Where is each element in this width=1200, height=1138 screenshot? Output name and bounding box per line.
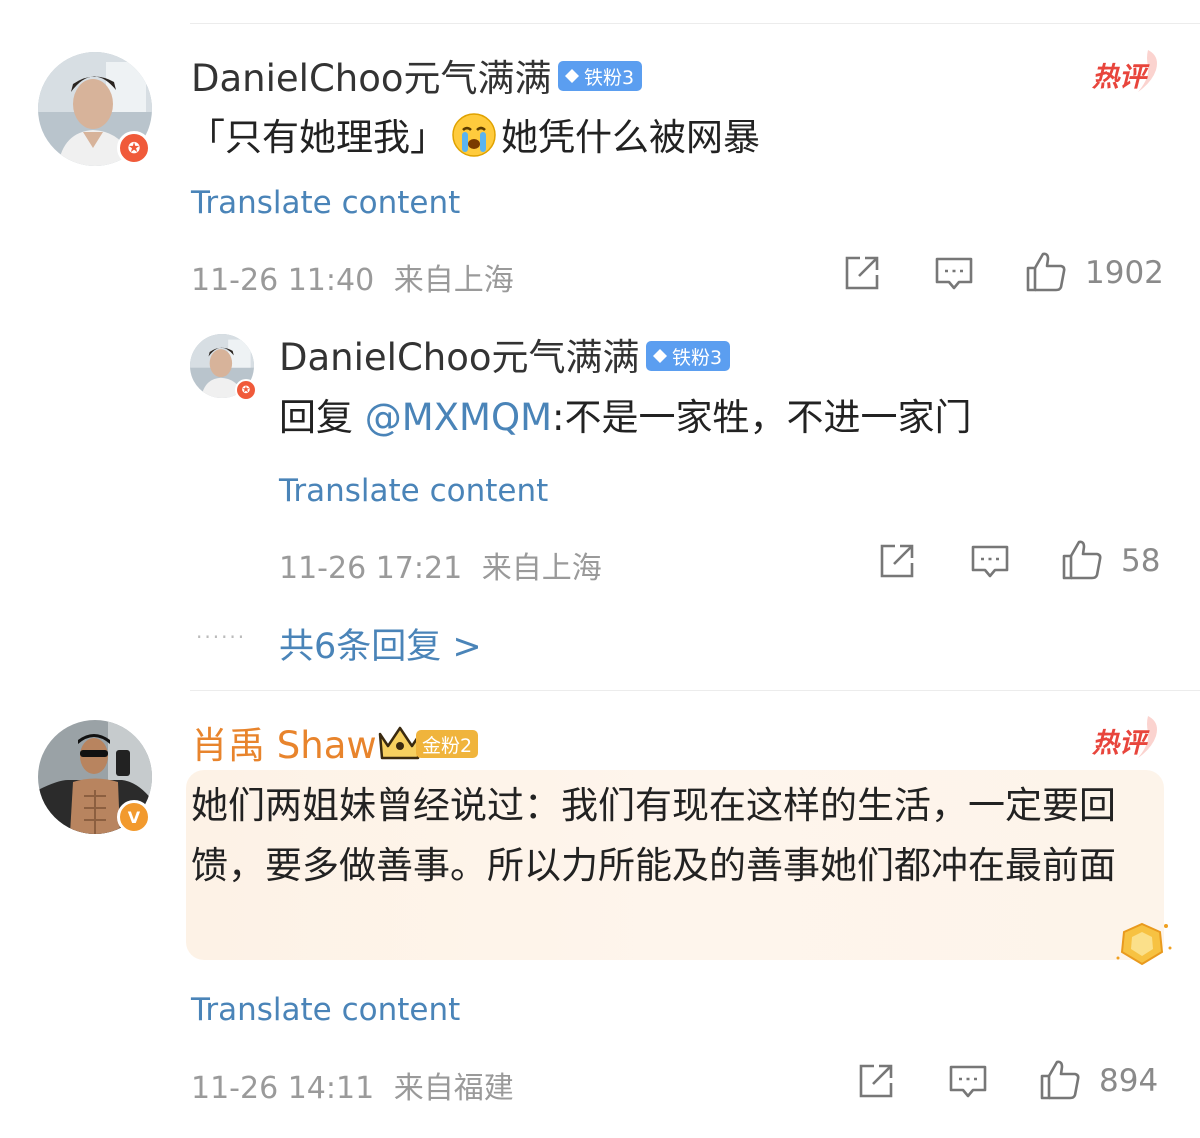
comment-location: 来自福建 (393, 1071, 514, 1106)
like-icon[interactable] (1038, 1058, 1082, 1102)
gold-fan-badge[interactable]: 金粉2 (376, 722, 490, 762)
share-icon[interactable] (842, 253, 882, 293)
comment-time: 11-26 11:40 (191, 263, 375, 298)
like-icon[interactable] (1024, 250, 1068, 294)
top-divider (190, 23, 1200, 24)
reply-location: 来自上海 (481, 551, 602, 586)
comment-time: 11-26 14:11 (191, 1071, 375, 1106)
fan-badge[interactable]: 铁粉3 (558, 61, 643, 91)
comment-icon[interactable] (948, 1061, 988, 1101)
comment-text-part: 「只有她理我」 (188, 116, 447, 159)
comment-text: 「只有她理我」 她凭什么被网暴 (188, 108, 760, 167)
hot-comment-icon: 热评 (1091, 716, 1157, 759)
dots-divider: ······ (196, 625, 247, 649)
comment-text: 她们两姐妹曾经说过：我们有现在这样的生活，一定要回馈，要多做善事。所以力所能及的… (191, 784, 1116, 887)
comment-meta: 11-26 11:40 来自上海 (191, 255, 514, 299)
reply-meta: 11-26 17:21 来自上海 (279, 543, 602, 587)
hot-comment-icon: 热评 (1091, 50, 1157, 93)
crying-face-icon (451, 112, 497, 158)
reply-time: 11-26 17:21 (279, 551, 463, 586)
translate-link[interactable]: Translate content (191, 185, 460, 221)
gold-medal-icon (1116, 922, 1172, 966)
comment-icon[interactable] (934, 253, 974, 293)
translate-link[interactable]: Translate content (279, 473, 548, 509)
diamond-icon (565, 69, 579, 83)
reply-body: :不是一家牲，不进一家门 (552, 396, 972, 439)
fan-badge: 金粉2 (416, 730, 479, 758)
reply-username[interactable]: DanielChoo元气满满 (279, 339, 640, 376)
fan-badge-label: 铁粉3 (672, 346, 723, 369)
like-count: 1902 (1085, 255, 1164, 291)
like-count: 58 (1121, 543, 1161, 579)
share-icon[interactable] (877, 541, 917, 581)
fan-badge-label: 金粉2 (422, 734, 473, 757)
translate-link[interactable]: Translate content (191, 992, 460, 1028)
fan-badge-label: 铁粉3 (584, 66, 635, 89)
comment-text-part: 她凭什么被网暴 (501, 116, 760, 159)
reply-prefix: 回复 (279, 396, 365, 439)
share-icon[interactable] (856, 1061, 896, 1101)
diamond-icon (653, 349, 667, 363)
like-count: 894 (1099, 1063, 1159, 1099)
like-icon[interactable] (1060, 538, 1104, 582)
hot-label: 热评 (1091, 62, 1150, 93)
verified-badge-icon: ✪ (235, 379, 257, 401)
verified-badge-icon: V (117, 800, 151, 834)
comment-meta: 11-26 14:11 来自福建 (191, 1063, 514, 1107)
comment-location: 来自上海 (393, 263, 514, 298)
hot-label: 热评 (1091, 728, 1150, 759)
verified-badge-icon: ✪ (117, 131, 151, 165)
reply-text: 回复 @MXMQM:不是一家牲，不进一家门 (279, 388, 971, 447)
comment-divider (190, 690, 1200, 691)
comment-icon[interactable] (970, 541, 1010, 581)
username[interactable]: 肖禹 Shaw (191, 727, 377, 764)
username[interactable]: DanielChoo元气满满 (191, 60, 552, 97)
mention-link[interactable]: @MXMQM (365, 396, 552, 439)
fan-badge[interactable]: 铁粉3 (646, 341, 731, 371)
more-replies-link[interactable]: 共6条回复 > (279, 618, 482, 669)
